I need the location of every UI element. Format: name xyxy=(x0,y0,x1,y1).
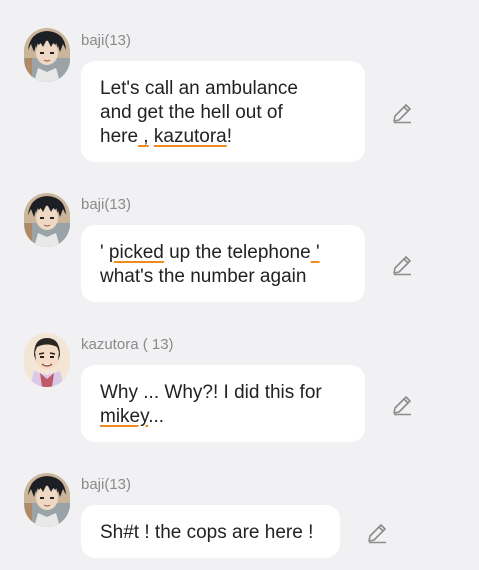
sender-name: baji(13) xyxy=(81,32,132,49)
sender-name: baji(13) xyxy=(81,476,132,493)
message-line: Why ... Why?! I did this for xyxy=(100,382,322,403)
message-bubble[interactable]: ' picked up the telephone ' what's the n… xyxy=(81,225,365,302)
sender-avatar[interactable] xyxy=(24,473,70,527)
message-line: mikey... xyxy=(100,406,165,427)
pencil-edit-icon[interactable] xyxy=(391,394,413,416)
message-line: Let's call an ambulance xyxy=(100,78,298,99)
sender-avatar[interactable] xyxy=(24,333,70,387)
message-bubble[interactable]: Sh#t ! the cops are here ! xyxy=(81,505,340,558)
sender-name: kazutora ( 13) xyxy=(81,336,174,353)
pencil-edit-icon[interactable] xyxy=(391,254,413,276)
message-line: here , kazutora! xyxy=(100,126,233,147)
message-line: what's the number again xyxy=(100,266,307,287)
misspelled-word[interactable]: picked xyxy=(109,242,164,263)
message-line: Sh#t ! the cops are here ! xyxy=(100,522,314,543)
sender-avatar[interactable] xyxy=(24,193,70,247)
message-line: ' picked up the telephone ' xyxy=(100,242,320,263)
misspelled-word[interactable]: , xyxy=(138,126,148,147)
sender-name: baji(13) xyxy=(81,196,132,213)
pencil-edit-icon[interactable] xyxy=(391,102,413,124)
misspelled-word[interactable]: kazutora xyxy=(154,126,227,147)
sender-avatar[interactable] xyxy=(24,28,70,82)
message-line: and get the hell out of xyxy=(100,102,283,123)
misspelled-word[interactable]: mikey xyxy=(100,406,148,427)
message-bubble[interactable]: Let's call an ambulance and get the hell… xyxy=(81,61,365,162)
pencil-edit-icon[interactable] xyxy=(366,522,388,544)
misspelled-word[interactable]: ' xyxy=(311,242,320,263)
message-bubble[interactable]: Why ... Why?! I did this for mikey... xyxy=(81,365,365,442)
